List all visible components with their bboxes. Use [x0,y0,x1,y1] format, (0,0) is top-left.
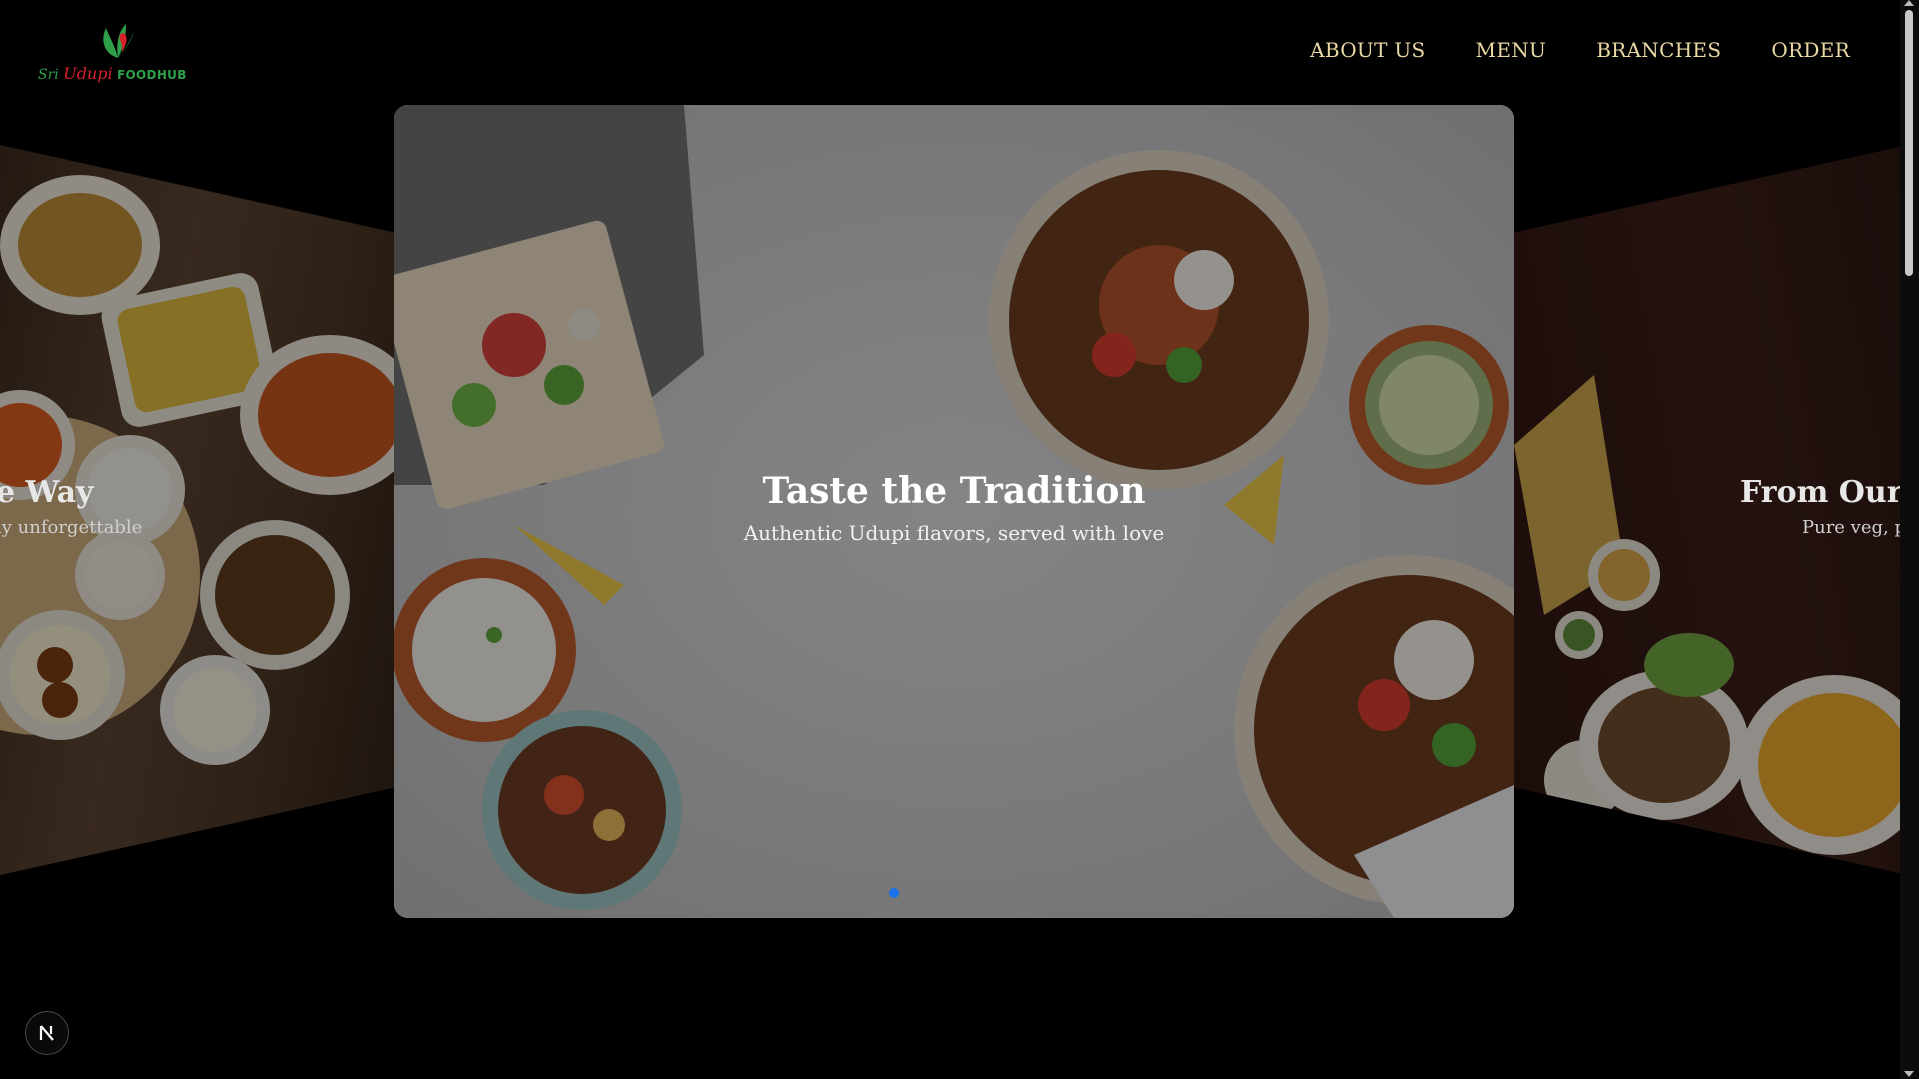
carousel-slide-current[interactable]: Taste the Tradition Authentic Udupi flav… [394,105,1514,918]
scroll-down-icon[interactable] [1904,1071,1914,1077]
nextjs-dev-badge[interactable] [25,1011,69,1055]
slide-prev-title: e Way [0,475,94,510]
carousel-dot-5[interactable] [969,888,979,898]
nav-order[interactable]: ORDER [1771,38,1850,62]
carousel-dot-7[interactable] [1009,888,1019,898]
nav-about-us[interactable]: ABOUT US [1310,38,1425,62]
n-logo-icon [39,1025,54,1041]
nav-branches[interactable]: BRANCHES [1596,38,1721,62]
hero-title: Taste the Tradition [762,470,1146,512]
main-nav: ABOUT US MENU BRANCHES ORDER [1310,38,1850,62]
slide-prev-subtitle: ly unforgettable [0,517,143,538]
leaf-logo-icon [103,24,134,58]
hero-subtitle: Authentic Udupi flavors, served with lov… [743,521,1165,545]
logo[interactable]: Sri Udupi FOODHUB [38,18,198,88]
carousel-slide-prev[interactable]: e Way ly unforgettable [0,145,395,875]
slide-next-overlay [1514,145,1908,875]
logo-foodhub: FOODHUB [117,68,187,82]
carousel-dot-6[interactable] [989,888,999,898]
carousel-dot-4[interactable] [949,888,959,898]
slide-prev-overlay [0,145,395,875]
carousel-dot-3[interactable] [929,888,939,898]
scrollbar-thumb[interactable] [1905,10,1913,276]
logo-sri: Sri [38,67,59,83]
slide-next-subtitle: Pure veg, pu [1802,517,1908,538]
nav-menu[interactable]: MENU [1476,38,1547,62]
carousel-pagination [394,888,1514,898]
hero-carousel: e Way ly unforgettable From Our K Pure v… [0,105,1908,925]
site-header: Sri Udupi FOODHUB ABOUT US MENU BRANCHES… [0,0,1900,105]
logo-text: Sri Udupi FOODHUB [38,64,187,83]
logo-udupi: Udupi [63,64,113,83]
vertical-scrollbar[interactable] [1900,0,1919,1079]
scroll-up-icon[interactable] [1904,0,1914,6]
carousel-dot-2[interactable] [909,888,919,898]
slide-next-title: From Our K [1740,475,1908,510]
carousel-slide-next[interactable]: From Our K Pure veg, pu [1514,145,1908,875]
carousel-dot-1[interactable] [889,888,899,898]
